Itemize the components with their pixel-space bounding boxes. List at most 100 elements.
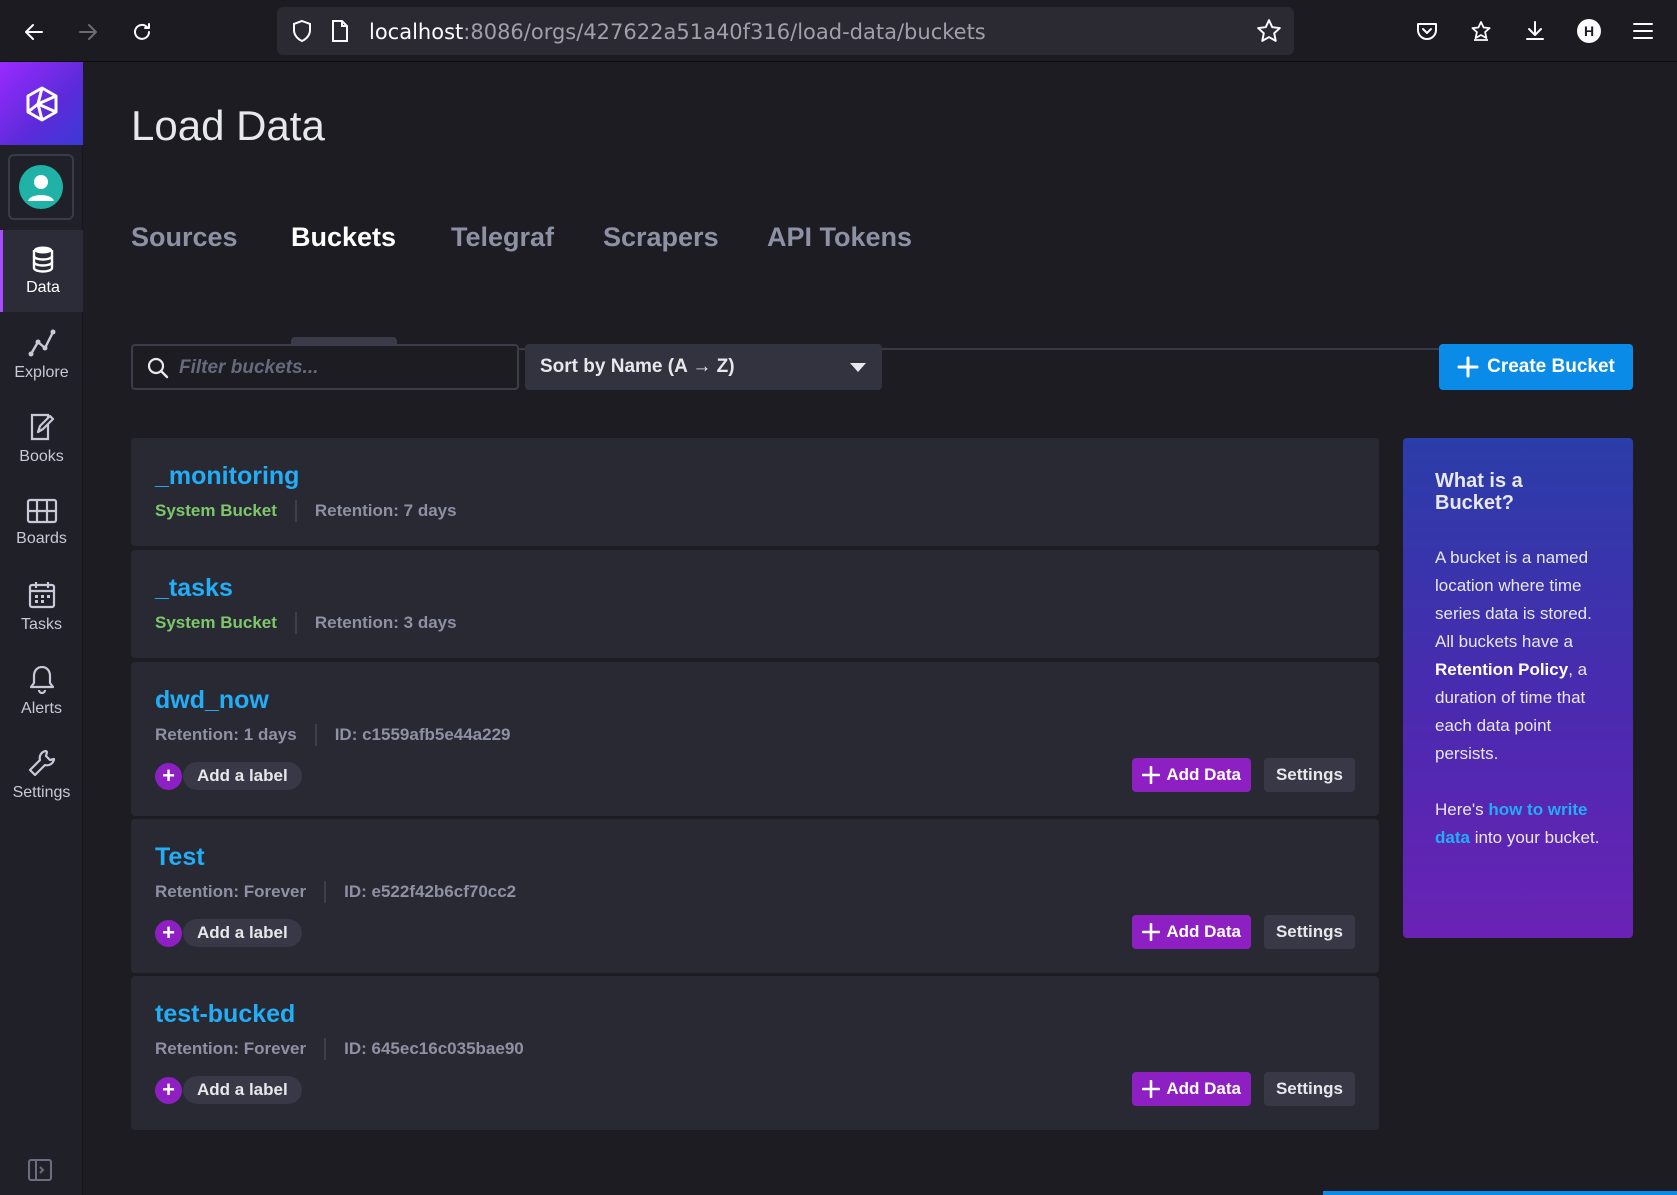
bucket-meta: Retention: Forever ID: 645ec16c035bae90 — [155, 1038, 524, 1060]
retention-text: Retention: 1 days — [155, 725, 297, 744]
nav-boards[interactable]: Boards — [0, 482, 83, 564]
divider — [294, 612, 297, 634]
divider — [324, 1038, 327, 1060]
bucket-id: ID: c1559afb5e44a229 — [334, 725, 511, 744]
system-bucket-badge: System Bucket — [155, 613, 277, 632]
help-text-segment: into your bucket. — [1469, 828, 1600, 847]
nav-alerts-label: Alerts — [21, 700, 62, 717]
left-navigation: Data Explore Books Boards Tasks Alerts S… — [0, 62, 83, 1195]
url-bar[interactable]: localhost:8086/orgs/427622a51a40f316/loa… — [277, 7, 1294, 55]
bucket-settings-button[interactable]: Settings — [1263, 1072, 1355, 1106]
logo-icon — [26, 86, 57, 121]
url-host: localhost — [369, 20, 464, 44]
bucket-name[interactable]: _tasks — [155, 574, 233, 603]
tab-sources[interactable]: Sources — [131, 222, 238, 253]
bucket-card: _tasks System Bucket Retention: 3 days — [131, 550, 1379, 658]
bucket-name[interactable]: Test — [155, 843, 205, 872]
nav-tasks[interactable]: Tasks — [0, 566, 83, 648]
nav-books-label: Books — [19, 448, 64, 465]
notebook-icon — [30, 413, 54, 441]
help-text-2: Here's how to write data into your bucke… — [1435, 796, 1601, 852]
collapse-nav-icon[interactable] — [28, 1159, 54, 1181]
forward-icon[interactable] — [70, 14, 106, 50]
back-icon[interactable] — [16, 14, 52, 50]
nav-books[interactable]: Books — [0, 398, 83, 480]
add-label-button[interactable]: Add a label — [183, 1076, 302, 1104]
bucket-name[interactable]: dwd_now — [155, 686, 269, 715]
bucket-name[interactable]: _monitoring — [155, 462, 299, 491]
bucket-card: test-bucked Retention: Forever ID: 645ec… — [131, 976, 1379, 1130]
add-label-button[interactable]: Add a label — [183, 919, 302, 947]
system-bucket-badge: System Bucket — [155, 501, 277, 520]
nav-data[interactable]: Data — [0, 230, 83, 312]
help-title: What is a Bucket? — [1435, 470, 1523, 514]
grid-icon — [26, 498, 57, 524]
plus-icon — [1142, 766, 1161, 784]
user-avatar[interactable] — [8, 154, 74, 220]
nav-tasks-label: Tasks — [21, 616, 62, 633]
sort-label: Sort by Name (A → Z) — [540, 356, 735, 377]
extensions-star-icon[interactable] — [1464, 14, 1498, 48]
bucket-settings-button[interactable]: Settings — [1263, 915, 1355, 949]
profile-icon[interactable]: H — [1572, 14, 1606, 48]
tab-telegraf[interactable]: Telegraf — [451, 222, 554, 253]
add-data-button[interactable]: Add Data — [1132, 758, 1251, 792]
bucket-name[interactable]: test-bucked — [155, 1000, 295, 1029]
tab-api-tokens[interactable]: API Tokens — [767, 222, 912, 253]
nav-boards-label: Boards — [16, 530, 67, 547]
filter-buckets-input[interactable] — [179, 354, 499, 382]
bucket-id: ID: 645ec16c035bae90 — [344, 1039, 524, 1058]
help-text-segment: Here's — [1435, 800, 1489, 819]
shield-icon[interactable] — [291, 19, 313, 48]
database-icon — [32, 246, 54, 273]
divider — [324, 881, 327, 903]
influxdb-logo[interactable] — [0, 62, 83, 145]
add-label-plus-icon[interactable]: + — [155, 762, 182, 790]
bucket-meta: Retention: 1 days ID: c1559afb5e44a229 — [155, 724, 511, 746]
tab-scrapers[interactable]: Scrapers — [603, 222, 719, 253]
add-data-label: Add Data — [1166, 922, 1241, 941]
pocket-icon[interactable] — [1410, 14, 1444, 48]
main-content: Load Data Sources Buckets Telegraf Scrap… — [83, 62, 1677, 1195]
menu-icon[interactable] — [1626, 14, 1660, 48]
nav-explore[interactable]: Explore — [0, 314, 83, 396]
add-data-label: Add Data — [1166, 1079, 1241, 1098]
bucket-settings-button[interactable]: Settings — [1263, 758, 1355, 792]
retention-text: Retention: 3 days — [314, 613, 457, 632]
plus-icon — [1457, 356, 1479, 378]
bucket-meta: System Bucket Retention: 7 days — [155, 500, 457, 522]
tab-buckets[interactable]: Buckets — [291, 222, 396, 253]
add-data-button[interactable]: Add Data — [1132, 1072, 1251, 1106]
help-text-segment: A bucket is a named location where time … — [1435, 548, 1592, 651]
create-bucket-button[interactable]: Create Bucket — [1439, 344, 1633, 390]
bookmark-star-icon[interactable] — [1256, 18, 1282, 49]
page-title: Load Data — [131, 102, 325, 149]
graph-icon — [28, 329, 55, 357]
nav-data-label: Data — [26, 279, 60, 296]
reload-icon[interactable] — [124, 14, 160, 50]
filter-buckets-field[interactable] — [131, 344, 519, 390]
url-text[interactable]: localhost:8086/orgs/427622a51a40f316/loa… — [369, 20, 986, 44]
nav-alerts[interactable]: Alerts — [0, 650, 83, 732]
bucket-card: dwd_now Retention: 1 days ID: c1559afb5e… — [131, 662, 1379, 816]
bucket-meta: System Bucket Retention: 3 days — [155, 612, 457, 634]
calendar-icon — [28, 582, 55, 609]
help-text-1: A bucket is a named location where time … — [1435, 544, 1601, 768]
add-data-button[interactable]: Add Data — [1132, 915, 1251, 949]
loading-progress-bar — [1323, 1191, 1677, 1195]
divider — [314, 724, 317, 746]
retention-text: Retention: Forever — [155, 1039, 307, 1058]
add-label-plus-icon[interactable]: + — [155, 1076, 182, 1104]
wrench-icon — [28, 749, 55, 777]
url-path: :8086/orgs/427622a51a40f316/load-data/bu… — [463, 20, 986, 44]
bucket-card: _monitoring System Bucket Retention: 7 d… — [131, 438, 1379, 546]
add-label-plus-icon[interactable]: + — [155, 919, 182, 947]
label-row: + Add a label — [155, 1076, 302, 1104]
nav-settings[interactable]: Settings — [0, 734, 83, 816]
tab-bar: Sources Buckets Telegraf Scrapers API To… — [131, 222, 1633, 350]
page-icon[interactable] — [331, 19, 349, 48]
retention-text: Retention: Forever — [155, 882, 307, 901]
sort-dropdown[interactable]: Sort by Name (A → Z) — [525, 344, 882, 390]
download-icon[interactable] — [1518, 14, 1552, 48]
add-label-button[interactable]: Add a label — [183, 762, 302, 790]
